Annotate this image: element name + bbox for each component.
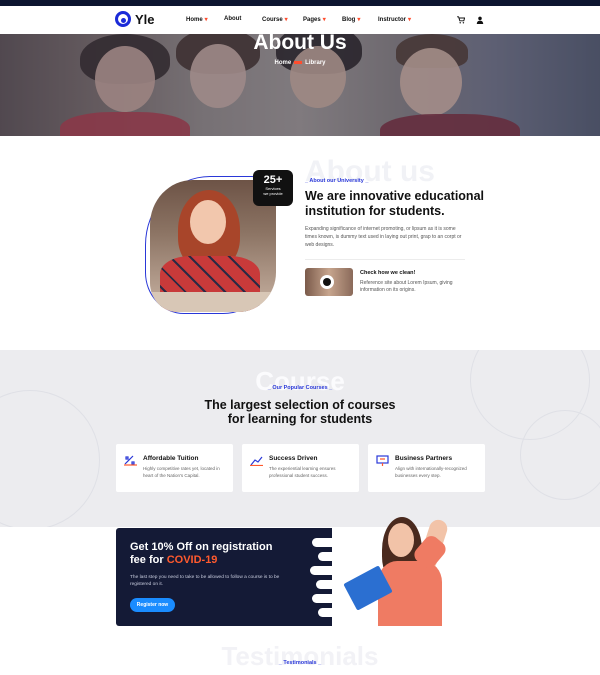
percent-tag-icon (124, 455, 137, 469)
nav-item-blog[interactable]: Blog ▾ (342, 16, 360, 23)
promo-title-line: Get 10% Off on registration (130, 541, 273, 553)
testimonials-tagline-text: Testimonials (283, 660, 317, 666)
nav-item-label: Course (262, 17, 283, 23)
logo-mark-icon (115, 11, 131, 27)
presentation-icon (376, 455, 389, 469)
photo-shape (190, 200, 226, 244)
nav-icons (457, 16, 484, 26)
chevron-down-icon: ▾ (357, 17, 361, 23)
card-title: Business Partners (395, 455, 453, 462)
video-description: Reference site about Lorem Ipsum, giving… (360, 280, 453, 293)
nav-item-label: About (224, 16, 242, 22)
decorative-blob (310, 566, 338, 575)
chevron-down-icon: ▾ (284, 17, 288, 23)
nav-item-label: Pages (303, 17, 321, 23)
about-body-text: Expanding significance of internet promo… (305, 226, 462, 248)
chevron-down-icon: ▾ (204, 17, 208, 23)
cart-icon[interactable] (457, 16, 466, 26)
promo-body-text: The last step you need to take to be all… (130, 575, 280, 587)
promo-title-prefix: fee for (130, 554, 167, 566)
decorative-blob (318, 552, 340, 561)
badge-number: 25+ (263, 174, 283, 186)
chevron-down-icon: ▾ (408, 17, 412, 23)
breadcrumb-home-link[interactable]: Home (274, 60, 291, 66)
register-now-button[interactable]: Register now (130, 598, 175, 612)
badge-label-line2: we provide (263, 191, 283, 196)
divider (305, 259, 465, 260)
course-heading: The largest selection of courses for lea… (0, 398, 600, 426)
about-tagline-text: About our University (309, 178, 364, 184)
card-text: Highly competitive rates yet, located in… (143, 466, 220, 478)
site-logo[interactable]: Yle (115, 11, 155, 27)
breadcrumb: Home Library (0, 60, 600, 66)
card-text: Align with internationally-recognized bu… (395, 466, 467, 478)
nav-item-course[interactable]: Course ▾ (262, 16, 288, 23)
nav-item-pages[interactable]: Pages ▾ (303, 16, 326, 23)
course-tagline: _ Our Popular Courses _ (267, 385, 333, 391)
course-heading-line: for learning for students (227, 412, 373, 426)
card-text: The experiential learning ensures profes… (269, 466, 336, 478)
course-tagline-text: Our Popular Courses (272, 385, 328, 391)
decorative-blob (316, 580, 340, 589)
testimonials-watermark-word: Testimonials (221, 641, 379, 671)
promo-student-photo (340, 515, 486, 626)
breadcrumb-separator (294, 60, 303, 64)
main-navbar: Yle Home ▾ About Course ▾ Pages ▾ Blog ▾ Ins… (0, 6, 600, 34)
about-heading: We are innovative educational institutio… (305, 189, 484, 218)
photo-shape (150, 292, 276, 312)
services-badge: 25+ Services we provide (253, 170, 293, 206)
growth-chart-icon (250, 455, 263, 469)
course-watermark-word: Course (255, 366, 345, 396)
page-title: About Us (253, 31, 347, 54)
nav-item-label: Instructor (378, 17, 407, 23)
nav-item-home[interactable]: Home ▾ (186, 16, 208, 23)
logo-text: Yle (135, 11, 155, 27)
promo-title-line: fee for COVID-19 (130, 554, 310, 567)
nav-item-instructor[interactable]: Instructor ▾ (378, 16, 411, 23)
card-title: Success Driven (269, 455, 318, 462)
nav-item-about[interactable]: About (224, 16, 241, 22)
photo-shape (388, 523, 414, 557)
play-icon[interactable] (320, 275, 334, 289)
feature-card-partners[interactable]: Business Partners Align with internation… (368, 444, 485, 492)
feature-card-success[interactable]: Success Driven The experiential learning… (242, 444, 359, 492)
promo-title-highlight: COVID-19 (166, 554, 218, 566)
about-tagline: _ About our University _ (305, 178, 369, 184)
nav-item-label: Blog (342, 17, 356, 23)
promo-title: Get 10% Off on registration fee for COVI… (130, 541, 310, 567)
video-title: Check how we clean! (360, 270, 416, 276)
decorative-blob (312, 594, 340, 603)
card-title: Affordable Tuition (143, 455, 199, 462)
course-heading-line: The largest selection of courses (204, 398, 396, 412)
feature-card-tuition[interactable]: Affordable Tuition Highly competitive ra… (116, 444, 233, 492)
nav-item-label: Home (186, 17, 203, 23)
breadcrumb-current: Library (305, 60, 326, 66)
user-icon[interactable] (476, 16, 484, 26)
chevron-down-icon: ▾ (322, 17, 326, 23)
decorative-blob (312, 538, 338, 547)
testimonials-tagline: _ Testimonials _ (278, 660, 322, 666)
decorative-blob (318, 608, 340, 617)
